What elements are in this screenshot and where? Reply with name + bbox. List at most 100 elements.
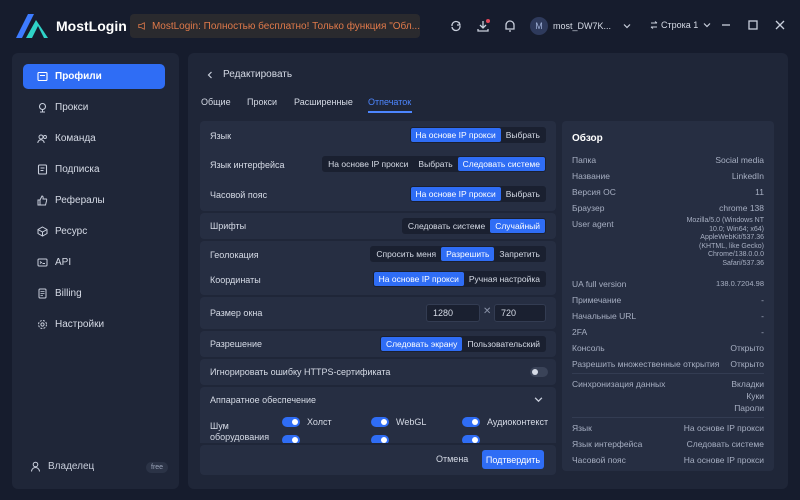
geolocation-option-deny[interactable]: Запретить — [494, 247, 545, 261]
overview-value: - — [761, 327, 764, 337]
overview-key: Синхронизация данных — [572, 379, 666, 389]
overview-key: Язык — [572, 423, 592, 433]
sidebar-item-resource[interactable]: Ресурс — [23, 219, 165, 244]
announcement-banner[interactable]: MostLogin: Полностью бесплатно! Только ф… — [130, 14, 420, 38]
sidebar-item-referrals[interactable]: Рефералы — [23, 188, 165, 213]
chevron-down-icon — [703, 23, 711, 28]
coordinates-selector[interactable]: На основе IP прокси Ручная настройка — [372, 271, 546, 287]
user-menu[interactable]: M most_DW7K... — [530, 16, 631, 36]
tab-proxy[interactable]: Прокси — [247, 97, 277, 107]
proxy-icon — [38, 102, 47, 113]
noise-toggle-partial[interactable] — [462, 435, 480, 443]
resolution-selector[interactable]: Следовать экрану Пользовательский — [379, 336, 546, 352]
ui-language-option-proxy[interactable]: На основе IP прокси — [323, 157, 413, 171]
noise-toggle-partial[interactable] — [282, 435, 300, 443]
resolution-option-custom[interactable]: Пользовательский — [462, 337, 545, 351]
ignore-https-label: Игнорировать ошибку HTTPS-сертификата — [210, 367, 391, 377]
owner-label: Владелец — [48, 461, 95, 472]
ignore-https-toggle[interactable] — [530, 367, 548, 377]
sidebar-item-label: Подписка — [55, 164, 100, 175]
subscription-icon — [37, 164, 48, 175]
overview-key: Версия ОС — [572, 187, 616, 197]
geolocation-option-ask[interactable]: Спросить меня — [371, 247, 441, 261]
noise-audio[interactable]: Аудиоконтекст — [462, 417, 548, 427]
confirm-button[interactable]: Подтвердить — [482, 450, 544, 469]
ui-language-option-choose[interactable]: Выбрать — [413, 157, 457, 171]
row-selector[interactable]: Строка 1 — [650, 20, 711, 30]
noise-canvas-label: Холст — [307, 417, 332, 427]
overview-key: UA full version — [572, 279, 627, 289]
sidebar-item-team[interactable]: Команда — [23, 126, 165, 151]
overview-key: Начальные URL — [572, 311, 637, 321]
tab-general[interactable]: Общие — [201, 97, 231, 107]
fonts-option-system[interactable]: Следовать системе — [403, 219, 490, 233]
fonts-selector[interactable]: Следовать системе Случайный — [401, 218, 546, 234]
webgl-noise-toggle[interactable] — [371, 417, 389, 427]
ui-language-label: Язык интерфейса — [210, 160, 285, 170]
timezone-option-proxy[interactable]: На основе IP прокси — [410, 187, 501, 201]
language-selector[interactable]: На основе IP прокси Выбрать — [409, 127, 546, 143]
resolution-card: Разрешение Следовать экрану Пользователь… — [200, 331, 556, 357]
form-actions: Отмена Подтвердить — [200, 445, 556, 475]
overview-value: Пароли — [734, 403, 764, 413]
overview-value: Следовать системе — [686, 439, 764, 449]
referral-icon — [37, 195, 48, 206]
maximize-icon[interactable] — [747, 19, 759, 31]
bell-icon[interactable] — [503, 19, 517, 33]
back-button[interactable]: Редактировать — [206, 69, 292, 80]
noise-webgl[interactable]: WebGL — [371, 417, 426, 427]
top-bar: MostLogin MostLogin: Полностью бесплатно… — [0, 0, 800, 52]
ui-language-selector[interactable]: На основе IP прокси Выбрать Следовать си… — [322, 156, 546, 172]
sidebar-item-billing[interactable]: Billing — [23, 281, 165, 306]
chevron-down-icon[interactable] — [534, 395, 543, 404]
geolocation-selector[interactable]: Спросить меня Разрешить Запретить — [370, 246, 546, 262]
sidebar-item-label: Профили — [55, 71, 102, 82]
noise-canvas[interactable]: Холст — [282, 417, 332, 427]
sidebar-item-proxy[interactable]: Прокси — [23, 95, 165, 120]
sidebar-item-label: Рефералы — [55, 195, 105, 206]
resolution-option-screen[interactable]: Следовать экрану — [380, 337, 463, 351]
cancel-button[interactable]: Отмена — [436, 454, 468, 464]
language-option-choose[interactable]: Выбрать — [501, 128, 545, 142]
sidebar-item-label: API — [55, 257, 72, 268]
download-icon[interactable] — [476, 19, 490, 33]
fonts-card: Шрифты Следовать системе Случайный — [200, 213, 556, 239]
sidebar-item-settings[interactable]: Настройки — [23, 312, 165, 337]
https-error-card: Игнорировать ошибку HTTPS-сертификата — [200, 359, 556, 385]
coordinates-option-manual[interactable]: Ручная настройка — [464, 272, 545, 286]
sidebar-item-api[interactable]: API — [23, 250, 165, 275]
language-option-proxy[interactable]: На основе IP прокси — [410, 128, 501, 142]
overview-key: Примечание — [572, 295, 622, 305]
row-selector-label: Строка 1 — [661, 20, 699, 30]
overview-value: - — [761, 311, 764, 321]
tab-advanced[interactable]: Расширенные — [294, 97, 353, 107]
window-width-input[interactable]: 1280 — [426, 304, 480, 322]
geolocation-option-allow[interactable]: Разрешить — [441, 247, 495, 261]
announcement-text: MostLogin: Полностью бесплатно! Только ф… — [151, 20, 420, 32]
close-icon[interactable] — [774, 19, 786, 31]
geolocation-card: Геолокация Спросить меня Разрешить Запре… — [200, 241, 556, 295]
owner-account[interactable]: Владелец — [30, 461, 94, 472]
coordinates-option-proxy[interactable]: На основе IP прокси — [373, 272, 464, 286]
canvas-noise-toggle[interactable] — [282, 417, 300, 427]
noise-webgl-label: WebGL — [396, 417, 427, 427]
tab-fingerprint[interactable]: Отпечаток — [368, 97, 411, 107]
active-tab-indicator — [368, 111, 412, 113]
window-height-input[interactable]: 720 — [494, 304, 546, 322]
user-agent-value: Mozilla/5.0 (Windows NT 10.0; Win64; x64… — [686, 217, 764, 267]
ui-language-option-system[interactable]: Следовать системе — [457, 157, 545, 171]
settings-icon — [38, 320, 47, 329]
audio-noise-toggle[interactable] — [462, 417, 480, 427]
sync-icon[interactable] — [449, 19, 463, 33]
minimize-icon[interactable] — [720, 19, 732, 31]
noise-toggle-partial[interactable] — [371, 435, 389, 443]
sidebar-item-subscription[interactable]: Подписка — [23, 157, 165, 182]
user-name: most_DW7K... — [553, 21, 612, 31]
timezone-option-choose[interactable]: Выбрать — [501, 187, 545, 201]
hardware-noise-label-line2: оборудования — [210, 432, 270, 442]
fonts-label: Шрифты — [210, 221, 247, 231]
timezone-selector[interactable]: На основе IP прокси Выбрать — [409, 186, 546, 202]
hardware-label: Аппаратное обеспечение — [210, 395, 317, 405]
fonts-option-random[interactable]: Случайный — [490, 219, 545, 233]
sidebar-item-profiles[interactable]: Профили — [23, 64, 165, 89]
